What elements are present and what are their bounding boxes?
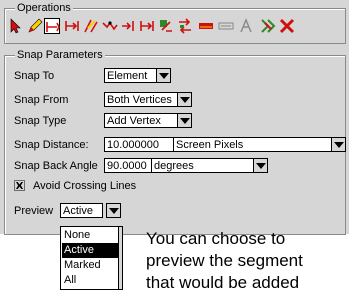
snap-from-dropdown-button[interactable] (177, 92, 192, 107)
preview-dropdown-scrollbar[interactable] (118, 226, 123, 290)
select-arrow-icon[interactable] (8, 18, 24, 34)
preview-option-marked[interactable]: Marked (62, 258, 119, 273)
preview-option-active[interactable]: Active (62, 243, 119, 258)
vertex-move-icon[interactable] (102, 18, 118, 34)
snap-to-select[interactable]: Element (104, 68, 157, 83)
preview-select[interactable]: Active (60, 203, 103, 218)
snap-from-select[interactable]: Both Vertices (104, 92, 178, 107)
add-point-icon[interactable] (158, 18, 174, 34)
snap-distance-label: Snap Distance: (14, 139, 89, 151)
snap-distance-unit-select[interactable]: Screen Pixels (173, 137, 332, 152)
snap-parameters-legend: Snap Parameters (15, 48, 105, 62)
preview-option-none[interactable]: None (62, 228, 119, 243)
abc-text-icon[interactable] (198, 18, 214, 34)
measure-icon[interactable] (238, 18, 254, 34)
snap-back-angle-label: Snap Back Angle (14, 160, 98, 172)
tool-panel: Operations Snap Parameters Snap To Eleme… (0, 0, 349, 235)
caption-line-3: that would be added (146, 273, 300, 292)
flip-icon[interactable] (177, 18, 193, 34)
operations-legend: Operations (15, 1, 73, 15)
split-icon[interactable] (139, 18, 155, 34)
snap-type-select[interactable]: Add Vertex (104, 113, 178, 128)
snap-to-label: Snap To (14, 70, 55, 82)
delete-x-icon[interactable] (279, 18, 295, 34)
snap-from-label: Snap From (14, 94, 69, 106)
merge-icon[interactable] (260, 18, 276, 34)
snap-distance-unit-dropdown-button[interactable] (331, 137, 346, 152)
snap-vertex-icon[interactable] (64, 18, 80, 34)
avoid-crossing-checkbox[interactable] (14, 180, 25, 191)
snap-to-dropdown-button[interactable] (156, 68, 171, 83)
reshape-icon[interactable] (83, 18, 99, 34)
preview-label: Preview (14, 205, 54, 217)
preview-dropdown-list: None Active Marked All (60, 226, 121, 290)
preview-option-all[interactable]: All (62, 273, 119, 288)
snap-back-angle-input[interactable]: 90.0000 (104, 158, 152, 173)
avoid-crossing-label: Avoid Crossing Lines (33, 180, 137, 192)
edit-pencil-icon[interactable] (27, 18, 43, 34)
snap-type-label: Snap Type (14, 115, 67, 127)
snap-type-dropdown-button[interactable] (177, 113, 192, 128)
preview-dropdown-button[interactable] (106, 203, 121, 218)
abc-outline-icon[interactable] (218, 18, 234, 34)
snap-back-angle-unit-dropdown-button[interactable] (253, 158, 268, 173)
caption-line-1: You can choose to (146, 229, 286, 248)
extend-icon[interactable] (121, 18, 137, 34)
caption-line-2: preview the segment (146, 251, 303, 270)
snap-segment-icon[interactable] (44, 18, 60, 34)
snap-back-angle-unit-select[interactable]: degrees (151, 158, 254, 173)
snap-distance-input[interactable]: 10.000000 (104, 137, 174, 152)
